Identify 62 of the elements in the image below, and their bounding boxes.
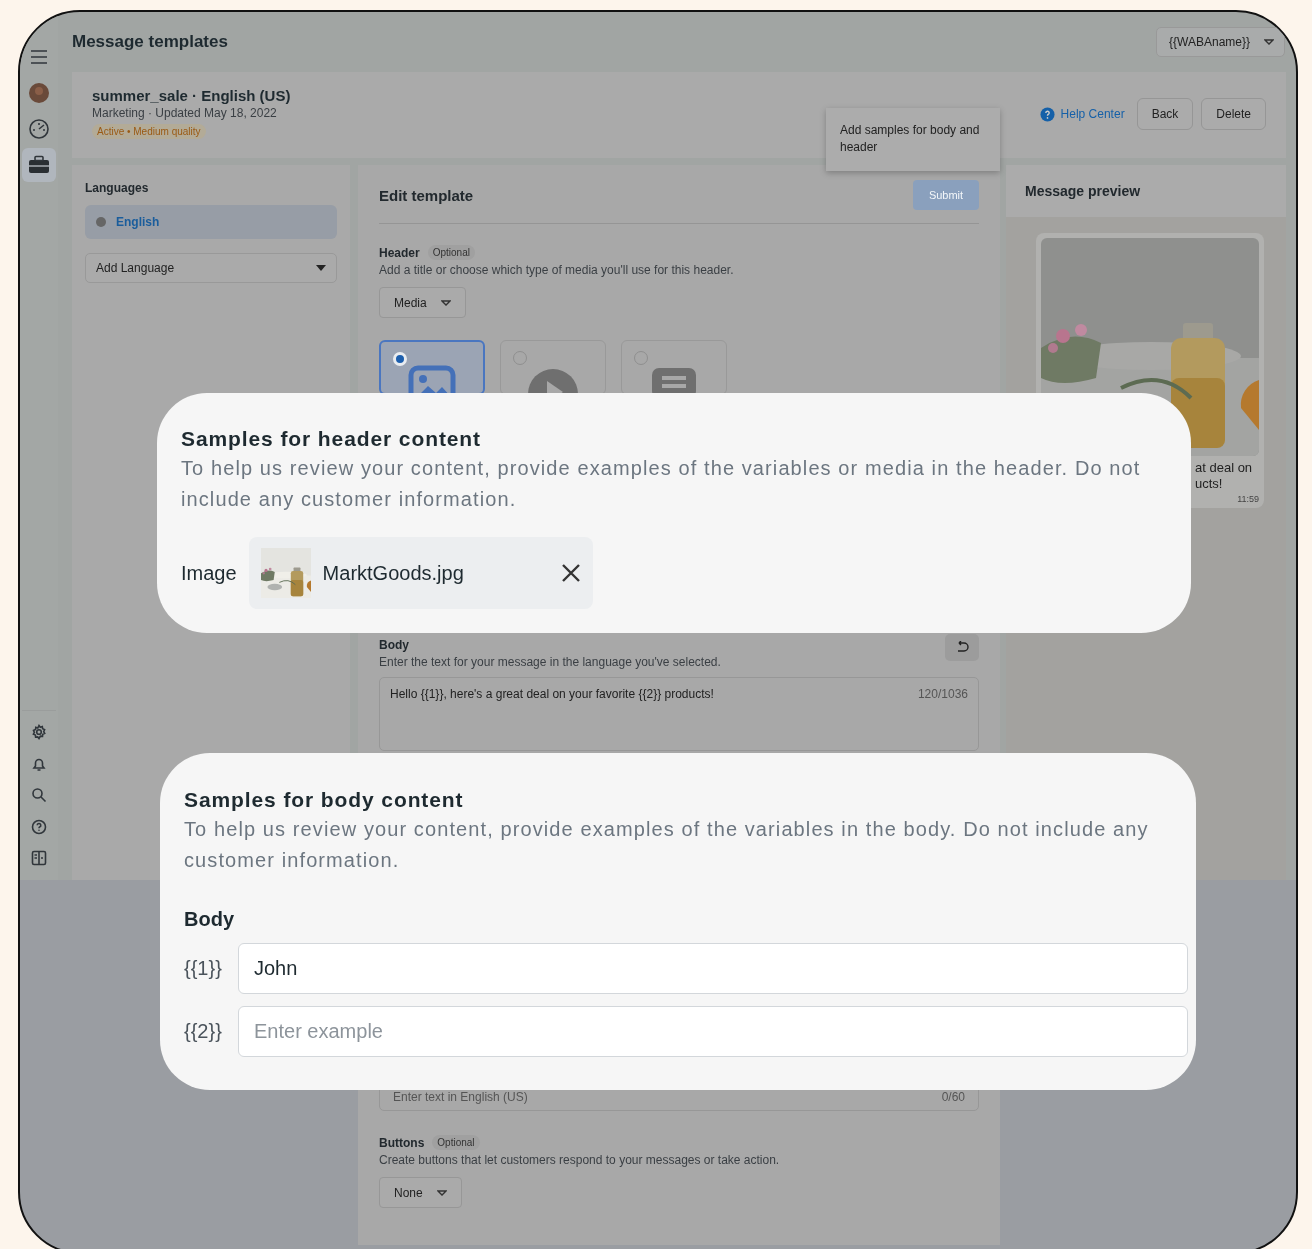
gauge-icon[interactable] xyxy=(28,118,50,140)
variable-label: {{1}} xyxy=(184,957,223,980)
briefcase-icon[interactable] xyxy=(28,155,50,175)
media-type-dropdown[interactable]: Media xyxy=(379,287,466,318)
character-count: 120/1036 xyxy=(917,687,968,703)
image-icon xyxy=(408,365,456,393)
card-description: To help us review your content, provide examples of the variables or media in the header. Do not include any customer information. xyxy=(181,456,1142,512)
caret-icon xyxy=(436,1189,447,1196)
field-description: Enter the text for your message in the language you've selected. xyxy=(379,655,721,669)
example-field[interactable]: Enter example xyxy=(238,1006,1188,1057)
help-icon xyxy=(1039,106,1055,122)
optional-tag: Optional xyxy=(432,1135,480,1150)
avatar-icon[interactable] xyxy=(28,82,50,104)
caret-icon xyxy=(440,299,451,306)
field-label: Buttons xyxy=(379,1135,425,1150)
template-meta: Marketing · Updated May 18, 2022 xyxy=(92,106,278,120)
message-time: 11:59 xyxy=(1236,494,1259,504)
section-label: Body xyxy=(184,908,235,931)
caret-icon xyxy=(1264,39,1274,45)
body-text-area[interactable]: Hello {{1}}, here's a great deal on your favorite {{2}} products! 120/1036 xyxy=(379,677,979,751)
field-description: Create buttons that let customers respond to your messages or take action. xyxy=(379,1153,781,1167)
card-description: To help us review your content, provide examples of the variables in the body. Do not include any customer information. xyxy=(184,817,1150,873)
action-button[interactable]: Back xyxy=(1136,98,1194,130)
message-text: ucts! xyxy=(1195,476,1224,492)
caret-icon xyxy=(316,265,326,271)
message-text: at deal on xyxy=(1195,460,1254,476)
example-field[interactable]: John xyxy=(238,943,1188,994)
card-title: Samples for header content xyxy=(181,427,482,451)
variable-label: {{2}} xyxy=(184,1020,223,1043)
document-icon xyxy=(652,368,696,394)
undo-icon xyxy=(955,641,969,654)
field-label: Image xyxy=(181,561,237,585)
field-label: Header xyxy=(379,245,420,260)
tooltip-text: Add samples for body and header xyxy=(840,122,981,156)
template-name: summer_sale · English (US) xyxy=(92,87,291,104)
undo-button[interactable] xyxy=(945,634,979,661)
action-button[interactable]: Delete xyxy=(1201,98,1266,130)
preview-title: Message preview xyxy=(1006,165,1286,217)
status-dot xyxy=(96,217,106,227)
placeholder-text: Enter text in English (US) xyxy=(393,1089,528,1104)
file-name: MarktGoods.jpg xyxy=(322,561,465,585)
help-icon[interactable] xyxy=(31,818,47,835)
menu-icon[interactable] xyxy=(30,49,48,65)
settings-icon[interactable] xyxy=(31,724,47,741)
field-label: Body xyxy=(379,638,409,652)
media-option[interactable] xyxy=(379,340,485,395)
status-badge: Active • Medium quality xyxy=(92,124,206,139)
character-count: 0/60 xyxy=(941,1089,965,1104)
body-text: Hello {{1}}, here's a great deal on your favorite {{2}} products! xyxy=(390,687,714,703)
optional-tag: Optional xyxy=(427,245,475,260)
close-icon[interactable] xyxy=(560,563,581,583)
search-icon[interactable] xyxy=(31,787,47,804)
section-title: Edit template xyxy=(379,186,474,204)
account-dropdown[interactable]: {{WABAname}} xyxy=(1156,27,1285,57)
card-title: Samples for body content xyxy=(184,788,465,812)
page-title: Message templates xyxy=(72,32,228,52)
buttons-type-dropdown[interactable]: None xyxy=(379,1177,462,1208)
panel-title: Languages xyxy=(85,181,150,195)
nav-item[interactable] xyxy=(22,148,56,182)
add-language-dropdown[interactable]: Add Language xyxy=(85,253,337,283)
panel-icon[interactable] xyxy=(31,850,47,867)
field-description: Add a title or choose which type of media you'll use for this header. xyxy=(379,263,735,277)
